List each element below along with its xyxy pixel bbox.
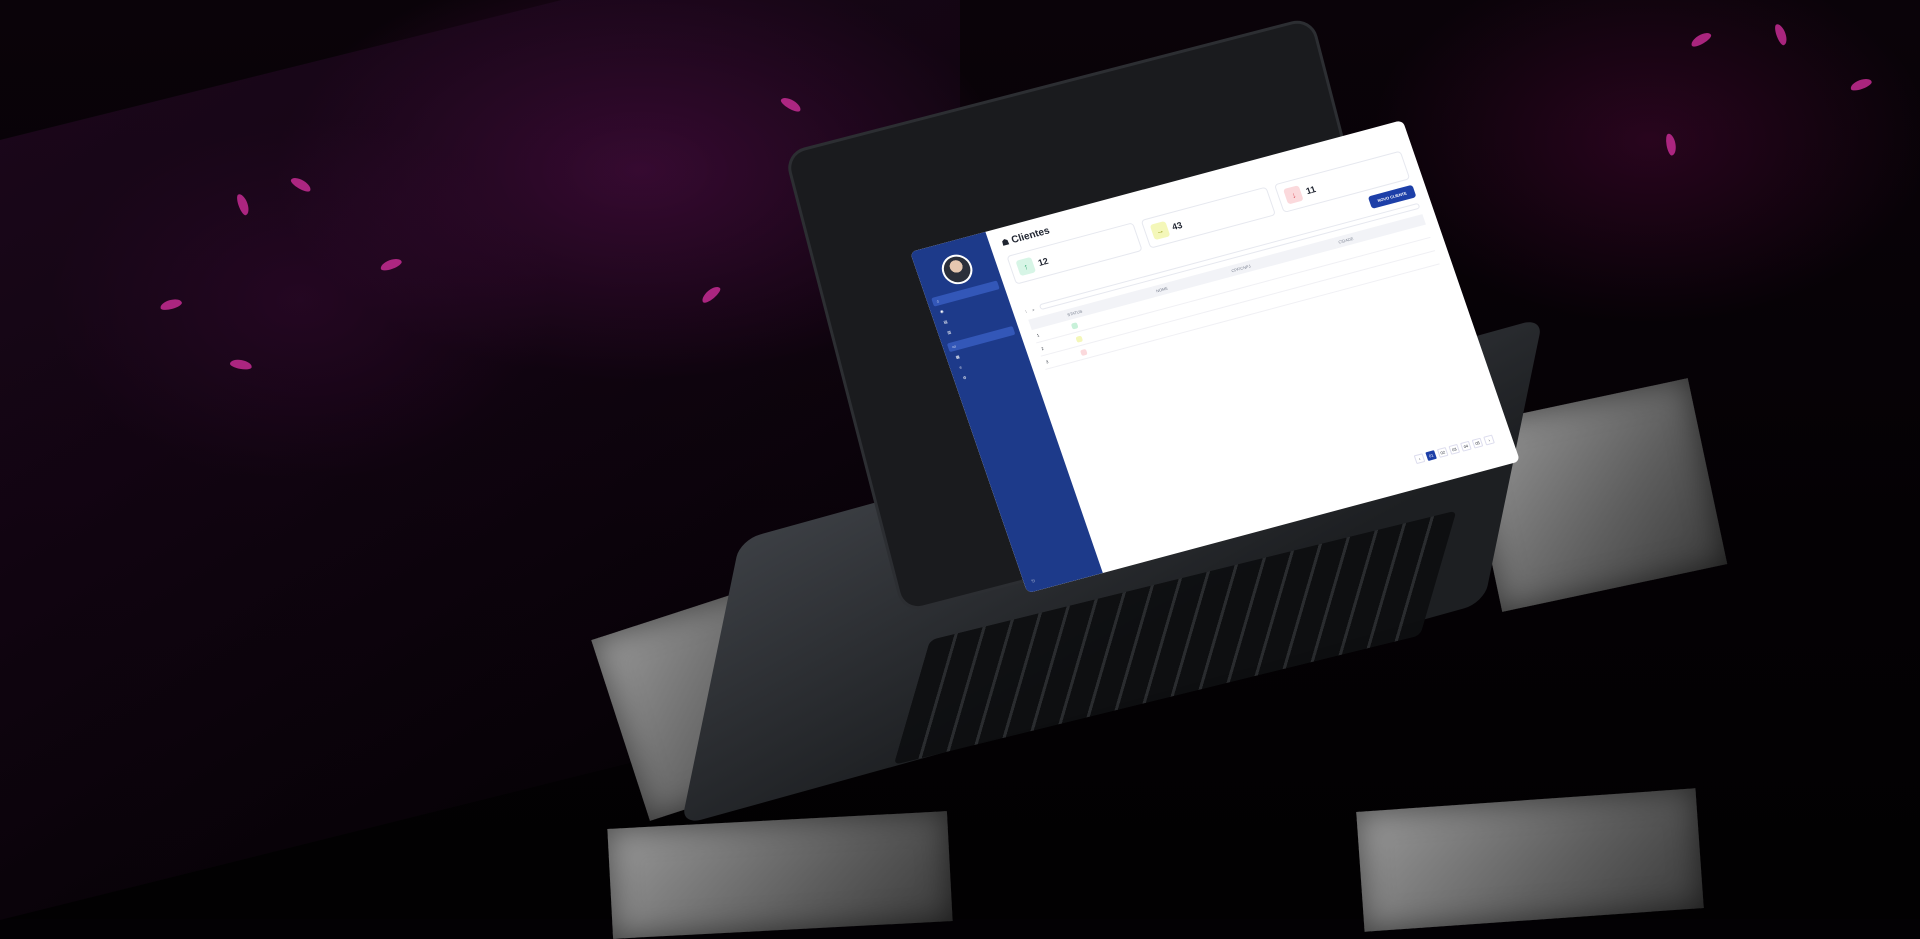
avatar[interactable]: [937, 251, 977, 288]
stat-value: 12: [1036, 255, 1050, 268]
filter-icon: ⫶: [1024, 308, 1028, 314]
arrow-down-icon: ↓: [1283, 185, 1305, 205]
search-icon: ⌕: [1031, 306, 1036, 312]
status-badge: [1070, 322, 1079, 330]
chevron-right-icon: ›: [1487, 437, 1491, 443]
prev-page-button[interactable]: ‹: [1413, 453, 1426, 465]
page-button[interactable]: 01: [1425, 450, 1437, 461]
stat-value: 43: [1170, 219, 1184, 233]
settings-icon: ⚙: [962, 374, 968, 381]
doc-icon: ▤: [942, 318, 949, 325]
stat-value: 11: [1304, 184, 1318, 197]
concrete-block: [1356, 788, 1704, 932]
status-badge: [1079, 348, 1088, 357]
logout-icon: ⎋: [1030, 578, 1036, 584]
folder-icon: ▭: [951, 343, 957, 350]
page-title: Clientes: [1010, 225, 1052, 246]
clients-icon: ☗: [1000, 237, 1011, 248]
chart-icon: ▥: [946, 329, 952, 335]
rows-per-page: [1111, 559, 1117, 561]
list-icon: ≡: [958, 364, 963, 371]
arrow-right-icon: →: [1149, 220, 1171, 241]
page-button[interactable]: 03: [1448, 443, 1461, 455]
home-icon: ⌂: [935, 298, 940, 304]
status-badge: [1075, 335, 1083, 343]
page-button[interactable]: 02: [1436, 447, 1449, 458]
chevron-left-icon: ‹: [1418, 456, 1421, 462]
page-button[interactable]: 04: [1460, 440, 1472, 452]
users-icon: ◉: [939, 308, 945, 315]
logout-button[interactable]: ⎋: [1031, 578, 1036, 584]
concrete-block: [607, 811, 953, 939]
filter-button[interactable]: ⫶: [1025, 309, 1028, 314]
pagination: ‹ 01 02 03 04 05 ›: [1413, 434, 1495, 465]
page-button[interactable]: 05: [1471, 437, 1484, 449]
next-page-button[interactable]: ›: [1483, 434, 1495, 446]
calendar-icon: ▦: [954, 353, 961, 360]
arrow-up-icon: ↑: [1015, 256, 1037, 277]
